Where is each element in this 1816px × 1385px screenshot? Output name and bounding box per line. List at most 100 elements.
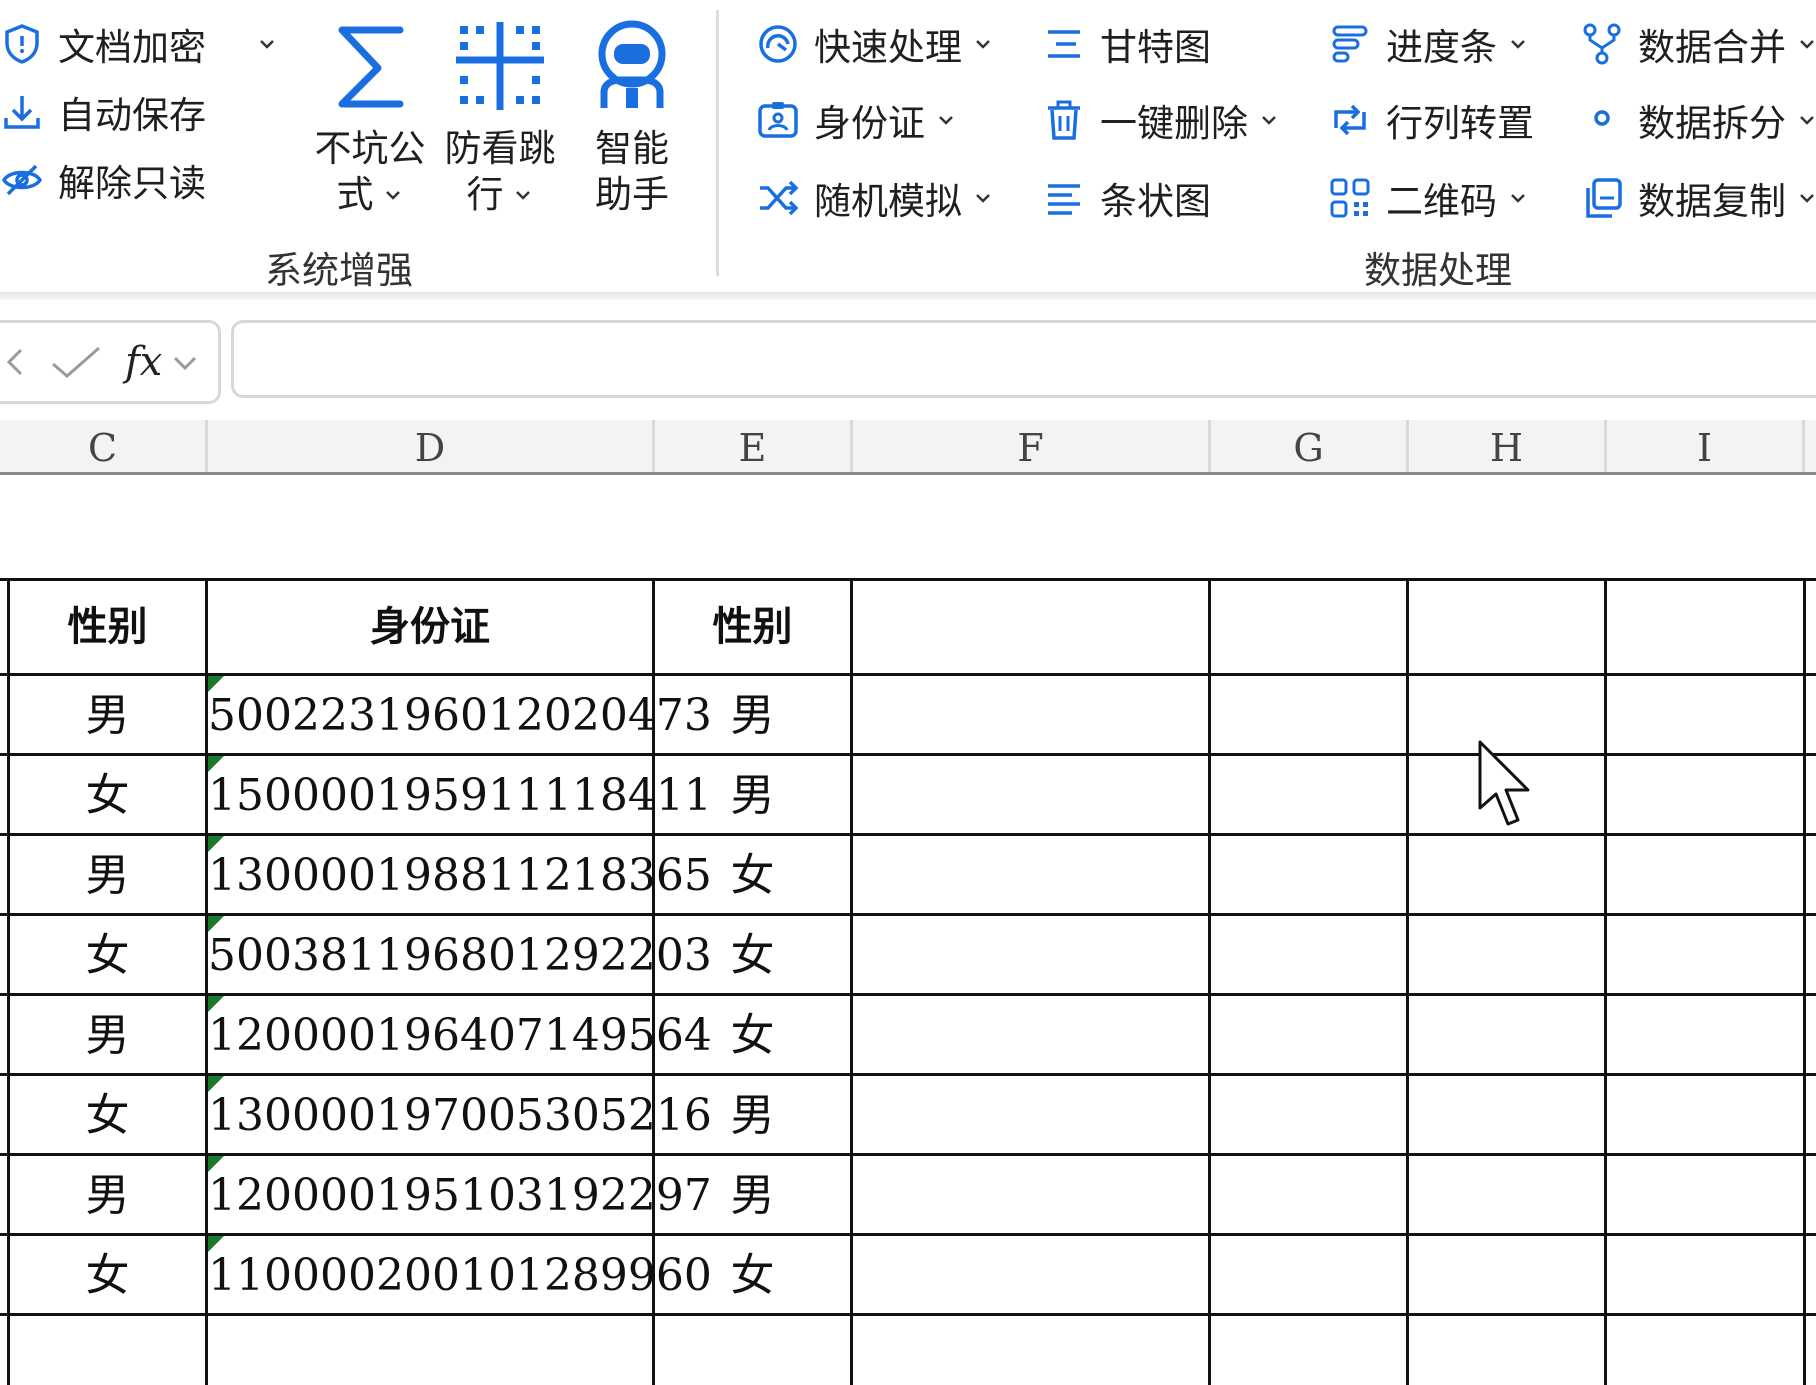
table-cell-id-card[interactable]: 500381196801292203 xyxy=(208,916,712,993)
data-copy-label: 数据复制 xyxy=(1638,180,1786,223)
column-header-g[interactable]: G xyxy=(1211,420,1409,472)
table-cell-gender-result[interactable]: 女 xyxy=(655,836,850,913)
table-cell-gender[interactable]: 男 xyxy=(10,996,205,1073)
random-simulate-button[interactable]: 随机模拟 xyxy=(756,166,994,230)
chevron-down-icon[interactable] xyxy=(935,109,957,131)
progress-bar-label: 进度条 xyxy=(1386,26,1497,69)
sigma-icon xyxy=(338,26,404,108)
confirm-check-icon[interactable] xyxy=(49,342,103,382)
formula-input[interactable] xyxy=(231,320,1816,398)
table-cell-id-card[interactable]: 120000195103192297 xyxy=(208,1156,712,1233)
table-cell-gender[interactable]: 女 xyxy=(10,916,205,993)
chevron-down-icon[interactable] xyxy=(512,184,534,206)
bar-chart-label: 条状图 xyxy=(1100,180,1211,223)
remove-readonly-button[interactable]: 解除只读 xyxy=(0,148,206,212)
chevron-down-icon[interactable] xyxy=(1796,109,1816,131)
table-cell-id-card[interactable]: 150000195911118411 xyxy=(208,756,712,833)
column-header-c[interactable]: C xyxy=(0,420,208,472)
table-cell-gender[interactable]: 男 xyxy=(10,1156,205,1233)
quick-process-button[interactable]: 快速处理 xyxy=(756,12,994,76)
table-cell-gender[interactable]: 女 xyxy=(10,756,205,833)
gantt-chart-label: 甘特图 xyxy=(1100,26,1211,69)
chevron-down-icon[interactable] xyxy=(1507,33,1529,55)
table-cell-gender-result[interactable]: 男 xyxy=(655,1156,850,1233)
chevron-down-icon[interactable] xyxy=(972,187,994,209)
table-header-gender-result[interactable]: 性别 xyxy=(655,581,850,673)
id-card-label: 身份证 xyxy=(814,102,925,145)
qr-code-label: 二维码 xyxy=(1386,180,1497,223)
anti-skip-row-label-line2: 行 xyxy=(466,173,504,216)
mouse-pointer-icon xyxy=(1478,740,1530,826)
id-card-icon xyxy=(758,102,798,138)
table-cell-id-card[interactable]: 120000196407149564 xyxy=(208,996,712,1073)
id-card-button[interactable]: 身份证 xyxy=(756,88,957,152)
table-cell-gender-result[interactable]: 男 xyxy=(655,1076,850,1153)
chevron-down-icon[interactable] xyxy=(1796,187,1816,209)
table-cell-gender-result[interactable]: 女 xyxy=(655,1236,850,1313)
ribbon-toolbar: 文档加密 自动保存 解除只读 不坑公 式 防看跳 行 智能 助手 系统增强 快速… xyxy=(0,0,1816,296)
progress-bar-button[interactable]: 进度条 xyxy=(1328,12,1529,76)
column-header-e[interactable]: E xyxy=(655,420,853,472)
table-header-id-card[interactable]: 身份证 xyxy=(208,581,652,673)
bar-lines-icon xyxy=(1048,184,1080,215)
transpose-label: 行列转置 xyxy=(1386,102,1534,145)
group-label-system: 系统增强 xyxy=(265,249,413,292)
anti-skip-row-button[interactable]: 防看跳 行 xyxy=(440,16,560,218)
one-click-delete-button[interactable]: 一键删除 xyxy=(1042,88,1280,152)
grid-line xyxy=(1208,578,1211,1385)
column-header-f[interactable]: F xyxy=(853,420,1211,472)
table-cell-gender-result[interactable]: 男 xyxy=(655,756,850,833)
table-cell-id-card[interactable]: 130000198811218365 xyxy=(208,836,712,913)
data-split-button[interactable]: 数据拆分 xyxy=(1580,88,1816,152)
merge-icon xyxy=(1583,23,1621,65)
grid-line xyxy=(1406,578,1409,1385)
chevron-down-icon[interactable] xyxy=(170,347,200,377)
chevron-down-icon[interactable] xyxy=(1796,33,1816,55)
table-cell-gender-result[interactable]: 男 xyxy=(655,676,850,753)
number-as-text-marker xyxy=(208,1076,224,1092)
download-save-icon xyxy=(4,96,40,129)
table-cell-gender-result[interactable]: 女 xyxy=(655,916,850,993)
number-as-text-marker xyxy=(208,1156,224,1172)
shield-icon xyxy=(5,24,39,64)
auto-save-button[interactable]: 自动保存 xyxy=(0,80,206,144)
column-header-i[interactable]: I xyxy=(1607,420,1805,472)
chevron-down-icon[interactable] xyxy=(972,33,994,55)
chevron-down-icon[interactable] xyxy=(382,184,404,206)
smart-assistant-button[interactable]: 智能 助手 xyxy=(572,16,692,218)
table-cell-id-card[interactable]: 500223196012020473 xyxy=(208,676,712,753)
formula-safety-button[interactable]: 不坑公 式 xyxy=(310,16,430,218)
group-label-data: 数据处理 xyxy=(1364,249,1512,292)
robot-assistant-icon xyxy=(598,20,666,108)
smart-assistant-label-line2: 助手 xyxy=(595,173,669,216)
data-copy-button[interactable]: 数据复制 xyxy=(1580,166,1816,230)
speed-icon xyxy=(759,25,797,63)
cancel-x-icon[interactable] xyxy=(0,342,29,382)
table-cell-gender[interactable]: 女 xyxy=(10,1236,205,1313)
transpose-button[interactable]: 行列转置 xyxy=(1328,88,1534,152)
column-header-d[interactable]: D xyxy=(208,420,655,472)
chevron-down-icon[interactable] xyxy=(256,33,278,55)
document-encrypt-label: 文档加密 xyxy=(58,26,206,69)
quick-process-label: 快速处理 xyxy=(814,26,962,69)
table-header-gender[interactable]: 性别 xyxy=(10,581,205,673)
column-header-h[interactable]: H xyxy=(1409,420,1607,472)
bar-chart-button[interactable]: 条状图 xyxy=(1042,166,1211,230)
number-as-text-marker xyxy=(208,676,224,692)
gantt-chart-button[interactable]: 甘特图 xyxy=(1042,12,1211,76)
chevron-down-icon[interactable] xyxy=(1507,187,1529,209)
document-encrypt-button[interactable]: 文档加密 xyxy=(0,12,278,76)
data-merge-button[interactable]: 数据合并 xyxy=(1580,12,1816,76)
chevron-down-icon[interactable] xyxy=(1258,109,1280,131)
table-cell-gender-result[interactable]: 女 xyxy=(655,996,850,1073)
smart-assistant-label-line1: 智能 xyxy=(595,127,669,170)
qr-code-button[interactable]: 二维码 xyxy=(1328,166,1529,230)
table-cell-gender[interactable]: 男 xyxy=(10,836,205,913)
insert-function-button[interactable]: fx xyxy=(125,339,162,385)
spreadsheet-grid[interactable]: 性别 身份证 性别 男 500223196012020473 男 女 15000… xyxy=(0,472,1816,1385)
table-cell-id-card[interactable]: 110000200101289960 xyxy=(208,1236,712,1313)
table-cell-id-card[interactable]: 130000197005305216 xyxy=(208,1076,712,1153)
grid-line xyxy=(850,578,853,1385)
table-cell-gender[interactable]: 女 xyxy=(10,1076,205,1153)
table-cell-gender[interactable]: 男 xyxy=(10,676,205,753)
